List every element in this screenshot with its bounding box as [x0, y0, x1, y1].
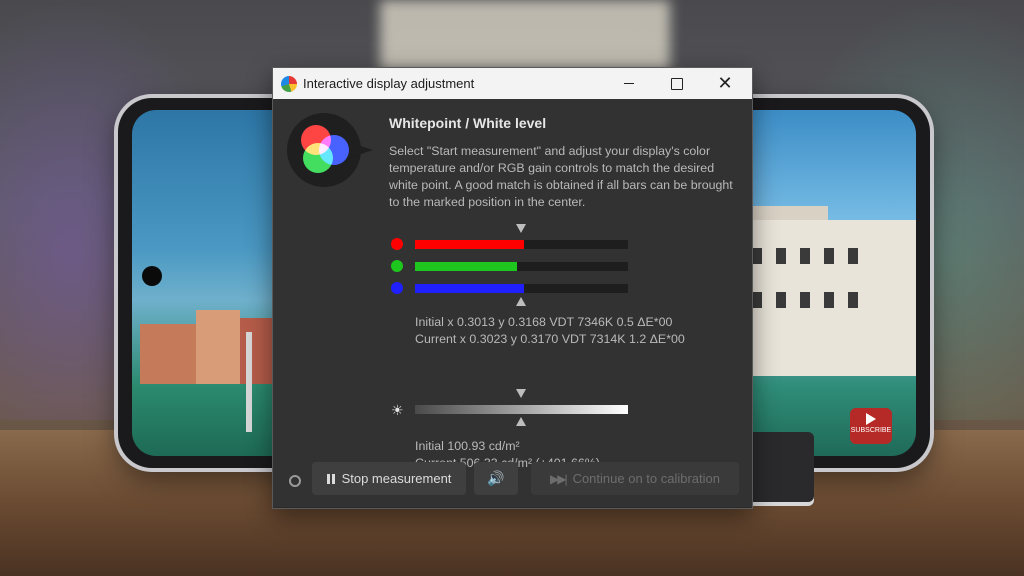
window — [848, 292, 858, 308]
initial-luminance: Initial 100.93 cd/m² — [415, 439, 520, 453]
speaker-icon: 🔊 — [487, 470, 505, 486]
stop-measurement-button[interactable]: Stop measurement — [312, 462, 466, 495]
blue-dot-icon — [391, 282, 403, 294]
footer-bar: Stop measurement 🔊 ▶▶| Continue on to ca… — [273, 462, 752, 502]
maximize-button[interactable] — [654, 68, 700, 99]
luminance-marker-top — [516, 389, 526, 398]
current-chromaticity: Current x 0.3023 y 0.3170 VDT 7314K 1.2 … — [415, 332, 685, 346]
play-icon — [866, 413, 876, 425]
title-bar[interactable]: Interactive display adjustment ✕ — [273, 68, 752, 99]
brightness-icon: ☀ — [391, 402, 404, 418]
close-button[interactable]: ✕ — [702, 68, 748, 99]
window — [752, 292, 762, 308]
luminance-marker-bottom — [516, 417, 526, 426]
sound-toggle-button[interactable]: 🔊 — [474, 462, 518, 495]
status-indicator — [289, 475, 301, 487]
luminance-bar — [415, 405, 628, 414]
minimize-button[interactable] — [606, 68, 652, 99]
red-dot-icon — [391, 238, 403, 250]
dialog-content: Whitepoint / White level Select "Start m… — [273, 99, 752, 507]
window — [824, 248, 834, 264]
pause-icon — [326, 473, 335, 484]
skip-forward-icon: ▶▶| — [549, 471, 568, 486]
window — [752, 248, 762, 264]
green-circle-icon — [303, 143, 333, 173]
subscribe-label: SUBSCRIBE — [850, 427, 892, 434]
window — [776, 248, 786, 264]
continue-calibration-button[interactable]: ▶▶| Continue on to calibration — [531, 462, 739, 495]
blue-bar-row — [391, 282, 631, 294]
target-marker-bottom — [516, 297, 526, 306]
stop-measurement-label: Stop measurement — [341, 471, 452, 486]
blue-bar-track — [415, 284, 628, 293]
building — [196, 310, 240, 384]
section-heading: Whitepoint / White level — [389, 115, 547, 131]
background-window-light — [380, 0, 670, 70]
window — [776, 292, 786, 308]
close-icon: ✕ — [717, 73, 733, 93]
rgb-logo — [287, 113, 373, 187]
continue-calibration-label: Continue on to calibration — [572, 471, 720, 486]
phone-camera — [142, 266, 162, 286]
phone-screen-right: SUBSCRIBE — [738, 110, 916, 456]
target-marker-top — [516, 224, 526, 233]
initial-chromaticity: Initial x 0.3013 y 0.3168 VDT 7346K 0.5 … — [415, 315, 673, 329]
window — [800, 292, 810, 308]
green-dot-icon — [391, 260, 403, 272]
subscribe-badge: SUBSCRIBE — [850, 408, 892, 444]
instructions-text: Select "Start measurement" and adjust yo… — [389, 144, 733, 209]
window — [800, 248, 810, 264]
interactive-display-adjustment-window: Interactive display adjustment ✕ Whitepo… — [272, 67, 753, 509]
green-bar-row — [391, 260, 631, 272]
green-bar-track — [415, 262, 628, 271]
building — [140, 324, 196, 384]
red-bar-row — [391, 238, 631, 250]
blue-bar-fill — [415, 284, 524, 293]
red-bar-fill — [415, 240, 524, 249]
green-bar-fill — [415, 262, 518, 271]
app-icon — [281, 75, 297, 92]
window — [848, 248, 858, 264]
window — [824, 292, 834, 308]
window-title: Interactive display adjustment — [303, 76, 475, 91]
mooring-pole — [246, 332, 252, 432]
minimize-icon — [624, 82, 634, 85]
red-bar-track — [415, 240, 628, 249]
maximize-icon — [671, 77, 683, 90]
building — [738, 220, 916, 376]
